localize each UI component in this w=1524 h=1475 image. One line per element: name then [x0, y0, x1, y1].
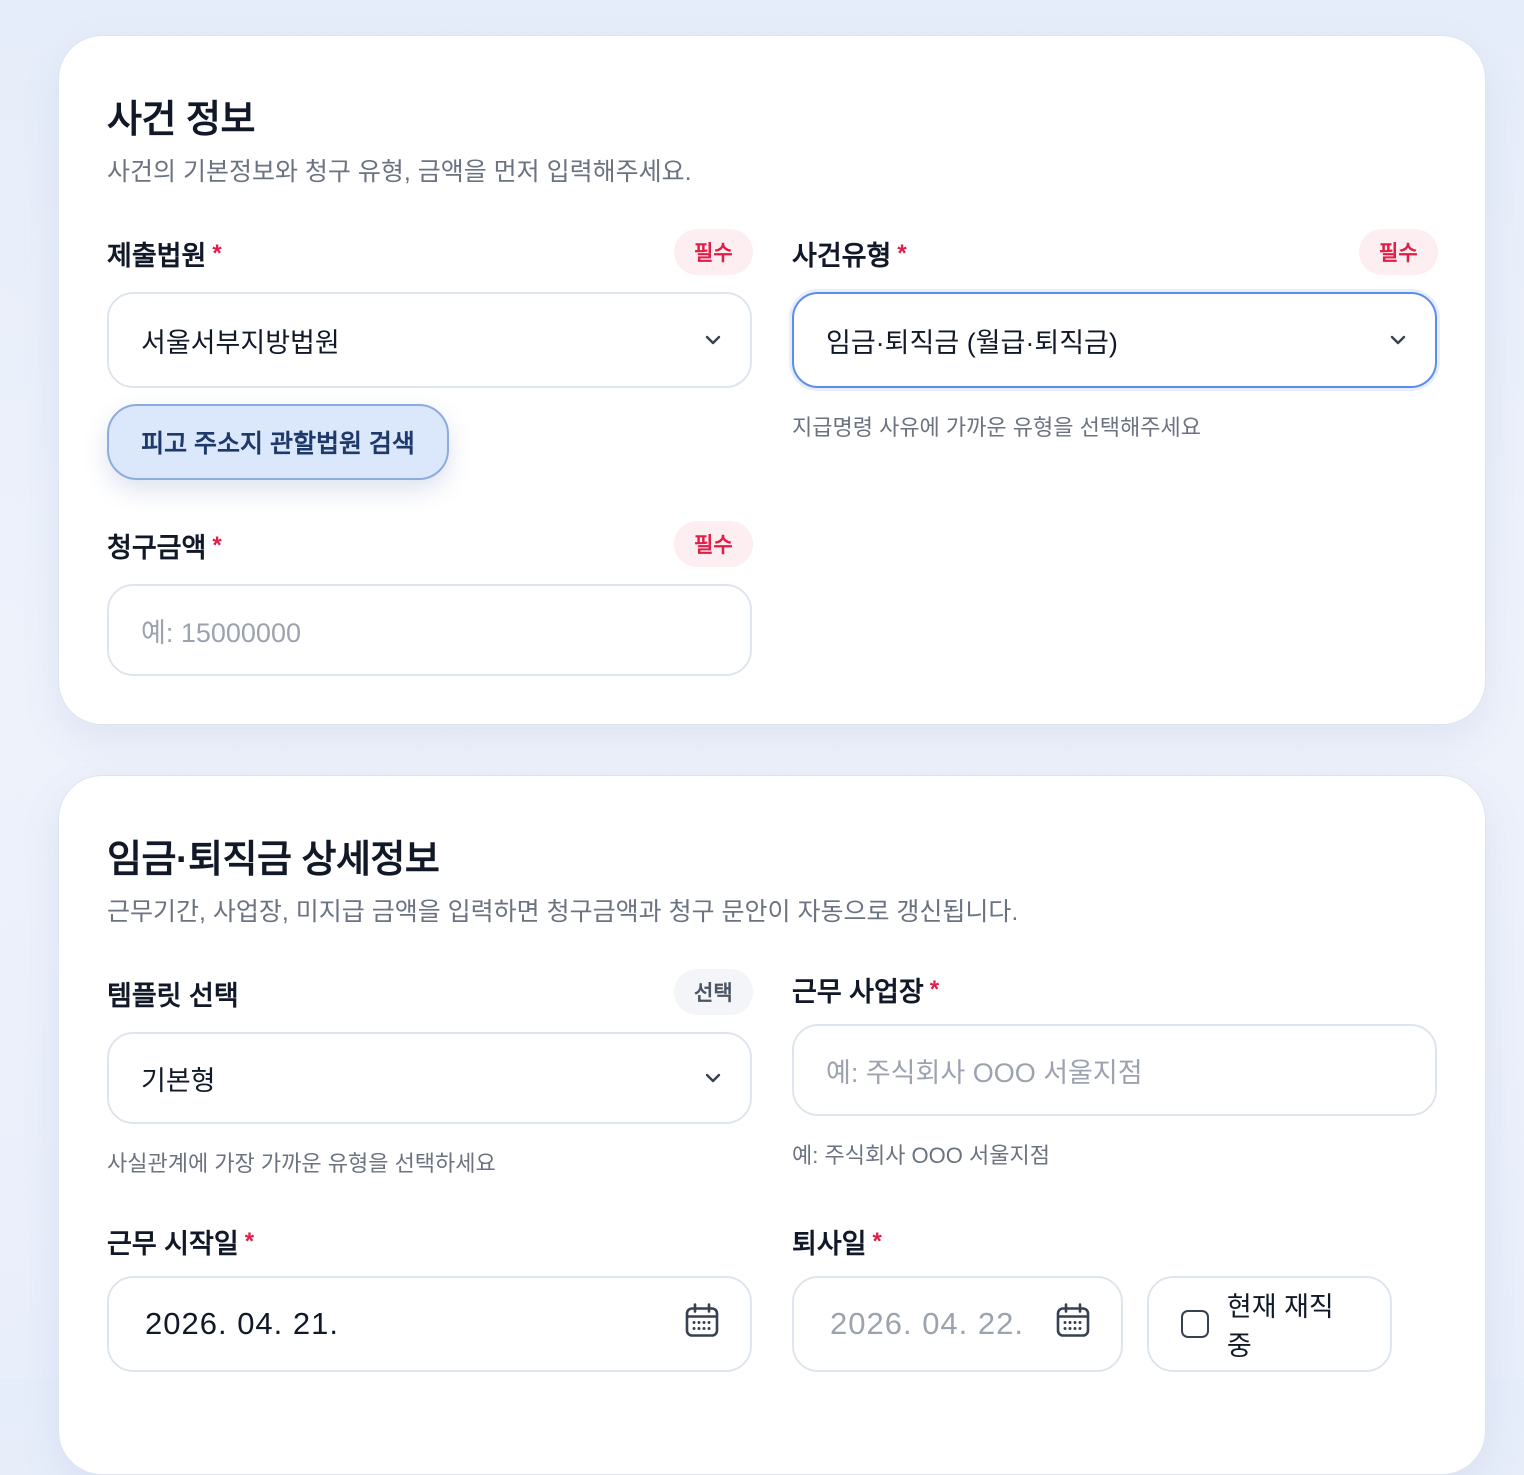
claim-amount-placeholder: 예: 15000000 — [141, 617, 301, 648]
required-badge: 필수 — [1359, 229, 1438, 275]
start-date-label-text: 근무 시작일 — [107, 1229, 239, 1259]
case-info-card: 사건 정보 사건의 기본정보와 청구 유형, 금액을 먼저 입력해주세요. 제출… — [58, 35, 1486, 725]
required-mark: * — [872, 1227, 882, 1255]
required-mark: * — [929, 975, 940, 1003]
required-mark: * — [212, 239, 222, 267]
claim-amount-input[interactable]: 예: 15000000 — [107, 584, 752, 676]
checkbox-icon[interactable] — [1181, 1310, 1209, 1338]
workplace-label-text: 근무 사업장 — [792, 977, 924, 1007]
workplace-placeholder: 예: 주식회사 OOO 서울지점 — [826, 1057, 1143, 1088]
workplace-hint: 예: 주식회사 OOO 서울지점 — [792, 1143, 1050, 1168]
court-search-button[interactable]: 피고 주소지 관할법원 검색 — [107, 404, 449, 480]
template-select-value: 기본형 — [141, 1065, 216, 1096]
case-type-label-text: 사건유형 — [792, 241, 892, 271]
wage-detail-title: 임금·퇴직금 상세정보 — [107, 839, 440, 881]
currently-employed-toggle[interactable]: 현재 재직중 — [1147, 1276, 1392, 1372]
template-label-text: 템플릿 선택 — [107, 981, 239, 1011]
template-select[interactable]: 기본형 — [107, 1032, 752, 1124]
case-info-description: 사건의 기본정보와 청구 유형, 금액을 먼저 입력해주세요. — [107, 158, 692, 186]
required-mark: * — [897, 239, 907, 267]
wage-detail-description: 근무기간, 사업장, 미지급 금액을 입력하면 청구금액과 청구 문안이 자동으… — [107, 898, 1019, 926]
chevron-down-icon — [704, 331, 722, 349]
wage-detail-card: 임금·퇴직금 상세정보 근무기간, 사업장, 미지급 금액을 입력하면 청구금액… — [58, 775, 1486, 1475]
required-badge: 필수 — [674, 521, 753, 567]
court-select-value: 서울서부지방법원 — [141, 327, 340, 358]
case-type-select[interactable]: 임금·퇴직금 (월급·퇴직금) — [792, 292, 1437, 388]
workplace-label: 근무 사업장 * — [792, 970, 939, 1009]
template-hint: 사실관계에 가장 가까운 유형을 선택하세요 — [107, 1151, 496, 1176]
chevron-down-icon — [1389, 331, 1407, 349]
workplace-input[interactable]: 예: 주식회사 OOO 서울지점 — [792, 1024, 1437, 1116]
court-label: 제출법원 * — [107, 234, 222, 273]
required-mark: * — [212, 531, 222, 559]
currently-employed-label: 현재 재직중 — [1226, 1292, 1334, 1361]
case-type-hint: 지급명령 사유에 가까운 유형을 선택해주세요 — [792, 415, 1202, 440]
required-badge: 필수 — [674, 229, 753, 275]
template-label: 템플릿 선택 — [107, 974, 239, 1013]
claim-amount-label-text: 청구금액 — [107, 533, 207, 563]
optional-badge: 선택 — [674, 969, 753, 1015]
start-date-label: 근무 시작일 * — [107, 1222, 254, 1261]
end-date-value: 2026. 04. 22. — [830, 1306, 1024, 1341]
end-date-label: 퇴사일 * — [792, 1222, 882, 1261]
start-date-value: 2026. 04. 21. — [145, 1306, 339, 1341]
case-info-title: 사건 정보 — [107, 99, 255, 141]
start-date-input[interactable]: 2026. 04. 21. — [107, 1276, 752, 1372]
calendar-icon[interactable] — [684, 1303, 720, 1346]
required-mark: * — [244, 1227, 255, 1255]
claim-amount-label: 청구금액 * — [107, 526, 222, 565]
court-select[interactable]: 서울서부지방법원 — [107, 292, 752, 388]
court-label-text: 제출법원 — [107, 241, 207, 271]
case-type-select-value: 임금·퇴직금 (월급·퇴직금) — [826, 327, 1118, 358]
end-date-label-text: 퇴사일 — [792, 1229, 867, 1259]
end-date-input[interactable]: 2026. 04. 22. — [792, 1276, 1123, 1372]
calendar-icon[interactable] — [1055, 1303, 1091, 1346]
case-type-label: 사건유형 * — [792, 234, 907, 273]
chevron-down-icon — [704, 1069, 722, 1087]
